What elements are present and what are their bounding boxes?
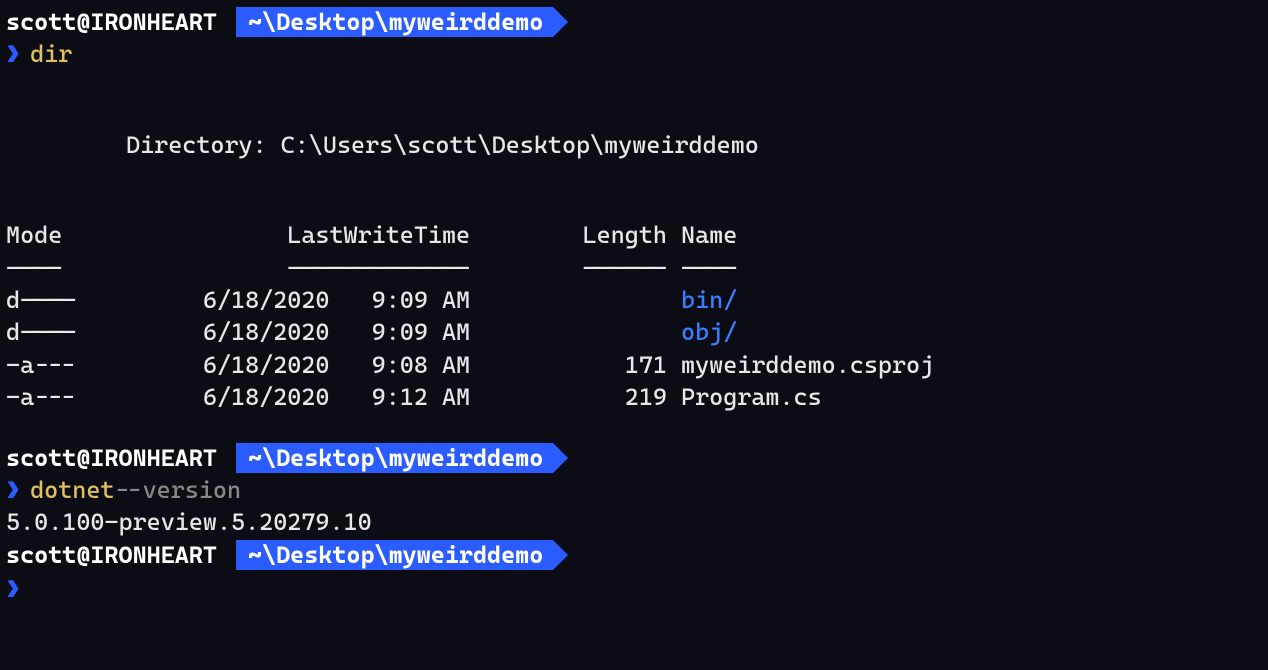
prompt-line-1: scott@IRONHEART ~\Desktop\myweirddemo xyxy=(6,6,1262,38)
host-segment: scott@IRONHEART xyxy=(6,539,221,571)
directory-link: bin/ xyxy=(681,286,737,314)
prompt-symbol: ❯ xyxy=(6,474,20,506)
directory-header: Directory: C:\Users\scott\Desktop\myweir… xyxy=(126,129,1262,161)
command-line-3[interactable]: ❯ xyxy=(6,571,1262,605)
host-segment: scott@IRONHEART xyxy=(6,442,221,474)
powerline-arrow-right-icon xyxy=(553,7,568,37)
directory-link: obj/ xyxy=(681,318,737,346)
powerline-arrow-left xyxy=(221,540,236,570)
dir-listing-pre: Mode LastWriteTime Length Name ---- ----… xyxy=(6,219,1262,413)
path-segment: ~\Desktop\myweirddemo xyxy=(236,540,553,570)
powerline-arrow-left xyxy=(221,443,236,473)
powerline-arrow-left xyxy=(221,7,236,37)
version-output: 5.0.100-preview.5.20279.10 xyxy=(6,506,1262,538)
command-arg: --version xyxy=(114,474,241,506)
path-segment: ~\Desktop\myweirddemo xyxy=(236,443,553,473)
host-segment: scott@IRONHEART xyxy=(6,6,221,38)
command-line-1[interactable]: ❯ dir xyxy=(6,38,1262,70)
path-segment: ~\Desktop\myweirddemo xyxy=(236,7,553,37)
command-line-2[interactable]: ❯ dotnet --version xyxy=(6,474,1262,506)
powerline-arrow-right-icon xyxy=(553,540,568,570)
command-text: dotnet xyxy=(30,474,114,506)
powerline-arrow-right-icon xyxy=(553,443,568,473)
prompt-line-3: scott@IRONHEART ~\Desktop\myweirddemo xyxy=(6,539,1262,571)
prompt-symbol: ❯ xyxy=(6,38,20,70)
prompt-symbol: ❯ xyxy=(6,573,20,605)
prompt-line-2: scott@IRONHEART ~\Desktop\myweirddemo xyxy=(6,442,1262,474)
command-text: dir xyxy=(30,38,72,70)
